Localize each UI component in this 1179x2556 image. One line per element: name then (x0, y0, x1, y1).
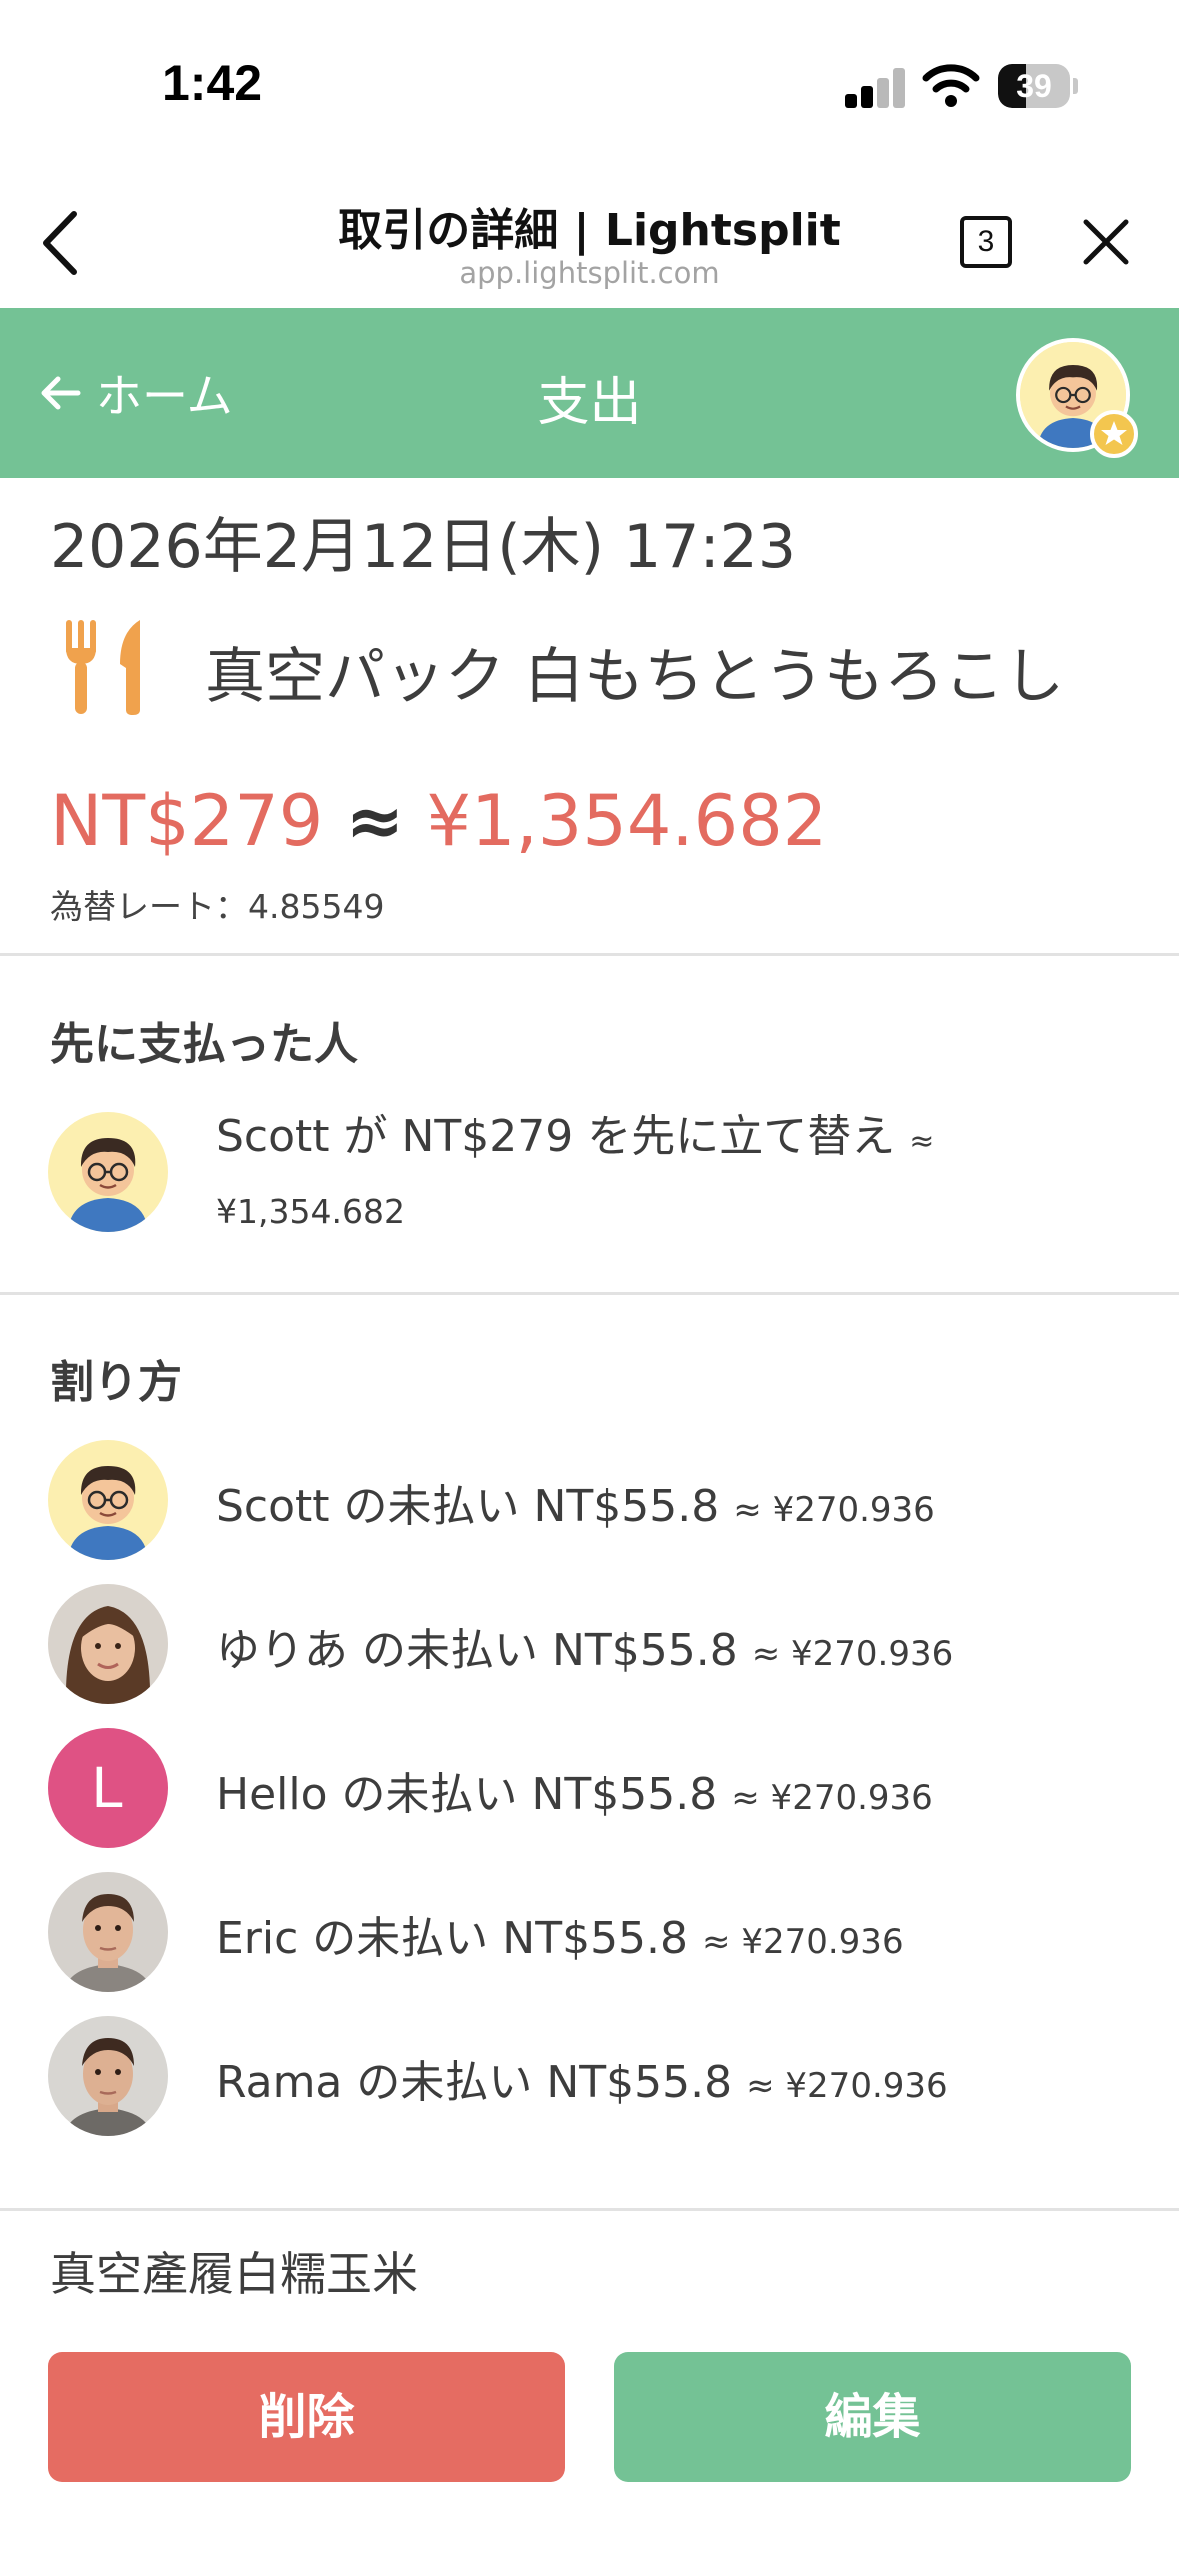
app-header: ホーム 支出 (0, 308, 1179, 478)
header-title: 支出 (537, 373, 642, 433)
amount-ntd: NT$279 (50, 780, 324, 862)
divider (0, 953, 1179, 956)
battery-percent: 39 (1016, 68, 1052, 104)
man-photo-avatar-icon (48, 1872, 168, 1992)
member-owed-jpy: ≈ ¥270.936 (751, 1634, 954, 1674)
fork-knife-icon (66, 620, 140, 715)
split-section-title: 割り方 (50, 1357, 182, 1408)
transaction-memo: 真空產履白糯玉米 (50, 2247, 418, 2301)
member-row: Scott の未払い NT$55.8 ≈ ¥270.936 (216, 1470, 935, 1534)
payer-jpy: ¥1,354.682 (216, 1192, 405, 1231)
member-row: Eric の未払い NT$55.8 ≈ ¥270.936 (216, 1902, 904, 1966)
exchange-rate: 為替レート：4.85549 (50, 887, 385, 926)
tabs-button[interactable]: 3 (960, 216, 1012, 268)
payer-main-text: Scott が NT$279 を先に立て替え (216, 1111, 896, 1162)
member-owed: Rama の未払い NT$55.8 (216, 2057, 733, 2108)
approx-symbol: ≈ (345, 780, 405, 862)
girl-photo-avatar-icon (48, 1584, 168, 1704)
cellular-signal-icon (845, 68, 907, 108)
delete-button[interactable]: 削除 (48, 2352, 565, 2482)
member-owed: Hello の未払い NT$55.8 (216, 1769, 718, 1820)
status-time: 1:42 (162, 55, 263, 111)
payer-avatar (48, 1112, 168, 1232)
member-row: Rama の未払い NT$55.8 ≈ ¥270.936 (216, 2046, 948, 2110)
battery-icon: 39 (998, 64, 1078, 108)
payer-description: Scott が NT$279 を先に立て替え ≈ (216, 1100, 934, 1164)
member-owed-jpy: ≈ ¥270.936 (702, 1922, 904, 1962)
edit-button[interactable]: 編集 (614, 2352, 1131, 2482)
member-row: ゆりあ の未払い NT$55.8 ≈ ¥270.936 (216, 1614, 953, 1678)
member-avatar-rama (48, 2016, 168, 2136)
member-owed: ゆりあ の未払い NT$55.8 (216, 1625, 738, 1676)
browser-header: 取引の詳細 | Lightsplit app.lightsplit.com 3 (0, 170, 1179, 308)
close-icon[interactable] (1080, 216, 1132, 268)
man-photo-avatar-icon (48, 2016, 168, 2136)
member-row: Hello の未払い NT$55.8 ≈ ¥270.936 (216, 1758, 933, 1822)
member-owed-jpy: ≈ ¥270.936 (733, 1490, 935, 1530)
wifi-icon (922, 64, 980, 107)
transaction-name: 真空パック 白もちとうもろこし (205, 642, 1065, 712)
member-avatar-hello: L (48, 1728, 168, 1848)
amount-jpy: ¥1,354.682 (426, 780, 828, 862)
member-owed-jpy: ≈ ¥270.936 (746, 2066, 948, 2106)
cartoon-avatar-icon (48, 1440, 168, 1560)
member-avatar-scott (48, 1440, 168, 1560)
transaction-datetime: 2026年2月12日(木) 17:23 (50, 512, 797, 582)
member-avatar-eric (48, 1872, 168, 1992)
member-owed-jpy: ≈ ¥270.936 (731, 1778, 933, 1818)
divider (0, 1292, 1179, 1295)
divider (0, 2208, 1179, 2211)
payer-approx: ≈ (909, 1124, 935, 1159)
transaction-amount: NT$279 ≈ ¥1,354.682 (50, 780, 827, 862)
status-bar: 1:42 39 (0, 0, 1179, 170)
cartoon-avatar-icon (48, 1112, 168, 1232)
member-owed: Scott の未払い NT$55.8 (216, 1481, 720, 1532)
star-badge-icon (1090, 410, 1138, 458)
member-owed: Eric の未払い NT$55.8 (216, 1913, 689, 1964)
payer-section-title: 先に支払った人 (50, 1019, 358, 1070)
member-avatar-yuria (48, 1584, 168, 1704)
